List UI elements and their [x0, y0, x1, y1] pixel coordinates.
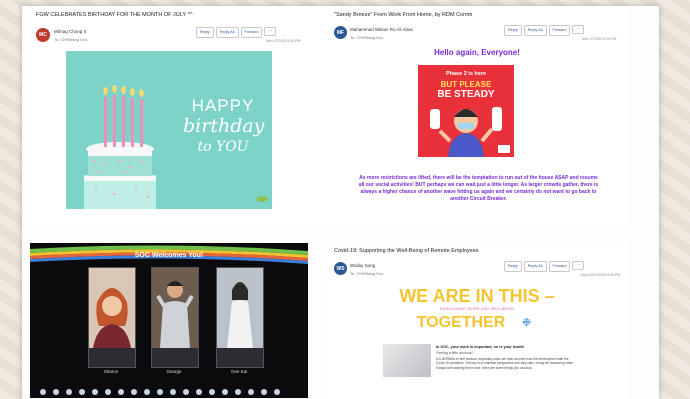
forward-button[interactable]: Forward — [548, 25, 571, 36]
headline-together: TOGETHER — [416, 314, 506, 331]
participant-tile — [88, 267, 136, 368]
forward-button[interactable]: Forward — [548, 261, 571, 272]
reply-button[interactable]: Reply — [504, 261, 522, 272]
reaction-icon[interactable] — [105, 389, 111, 395]
more-options-button[interactable]: ··· — [572, 25, 585, 34]
article-body: It is NORMAL to feel anxious, especially… — [436, 357, 574, 370]
message-actions: Reply Reply All Forward ··· — [504, 25, 585, 36]
reaction-icon[interactable] — [274, 389, 280, 395]
reaction-icon[interactable] — [196, 389, 202, 395]
participant-photo — [152, 268, 198, 348]
participant-name: Sharon — [103, 369, 119, 374]
zoom-reaction-bar — [40, 389, 280, 395]
recipient-line: To: CHRMsng Gov — [350, 35, 384, 40]
birthday-line-2: birthday — [183, 115, 265, 137]
avatar: WS — [334, 262, 347, 275]
reaction-icon[interactable] — [40, 389, 46, 395]
reply-all-button[interactable]: Reply All — [215, 27, 239, 38]
reaction-icon[interactable] — [157, 389, 163, 395]
recipient-line: To: CHRMsng Gov — [54, 37, 88, 42]
reply-button[interactable]: Reply — [504, 25, 522, 36]
reaction-icon[interactable] — [79, 389, 85, 395]
masked-person-icon — [430, 107, 510, 157]
email-subject: "Sandy Breeze" From Work From Home, by R… — [334, 12, 473, 18]
more-options-button[interactable]: ··· — [572, 261, 585, 270]
participant-tile — [151, 267, 199, 368]
article-photo — [383, 344, 431, 377]
participant-name: Gee Kai — [230, 369, 248, 374]
recipient-line: To: CHRMsng Gov — [350, 271, 384, 276]
reaction-icon[interactable] — [66, 389, 72, 395]
email-date: Mon 15/07/2020 5:00 PM — [581, 273, 621, 277]
email-covid-wellbeing: Covid-19: Supporting the Well-Being of R… — [326, 242, 628, 399]
headline-we-are-in-this: WE ARE IN THIS – — [399, 286, 555, 306]
participant-tile — [216, 267, 264, 368]
reaction-icon[interactable] — [222, 389, 228, 395]
sender-name: Wailay Song — [350, 263, 376, 268]
reaction-icon[interactable] — [118, 389, 124, 395]
reaction-icon[interactable] — [183, 389, 189, 395]
message-actions: Reply Reply All Forward ··· — [504, 261, 585, 272]
reaction-icon[interactable] — [144, 389, 150, 395]
zoom-banner-title: SOC Welcomes You! — [134, 252, 204, 259]
email-subject: Covid-19: Supporting the Well-Being of R… — [334, 248, 479, 254]
email-subject: FGW CELEBRATES BIRTHDAY FOR THE MONTH OF… — [36, 12, 193, 18]
message-actions: Reply Reply All Forward ··· — [196, 27, 277, 38]
more-options-button[interactable]: ··· — [264, 27, 277, 36]
reaction-icon[interactable] — [131, 389, 137, 395]
participant-photo — [89, 268, 135, 348]
forward-button[interactable]: Forward — [240, 27, 263, 38]
birthday-card-image: HAPPY birthday to YOU — [66, 51, 272, 209]
reaction-icon[interactable] — [209, 389, 215, 395]
article-subtitle: Feeling a little anxious? — [436, 351, 474, 355]
zoom-meeting-screenshot: SOC Welcomes You! Sharon George Gee Kai — [30, 243, 308, 398]
reaction-icon[interactable] — [53, 389, 59, 395]
birthday-line-3: to YOU — [197, 139, 249, 155]
reaction-icon[interactable] — [261, 389, 267, 395]
reaction-icon[interactable] — [248, 389, 254, 395]
phase2-poster-image: Phase 2 is here BUT PLEASE BE STEADY — [418, 65, 514, 157]
reaction-icon[interactable] — [92, 389, 98, 395]
article-title: In SOC, your work is important, so is yo… — [436, 345, 524, 349]
sender-name: Wilnag Chong S — [54, 29, 87, 34]
avatar: MF — [334, 26, 347, 39]
email-date: Mon 07/2020 5:00 PM — [582, 37, 617, 41]
headline-subline: MAINTAINING WORK AND WELLBEING — [439, 307, 515, 311]
birthday-line-1: HAPPY — [191, 96, 255, 115]
reply-button[interactable]: Reply — [196, 27, 214, 38]
avatar: MC — [36, 28, 50, 42]
email-body-text: As more restrictions are lifted, there w… — [358, 175, 599, 202]
participant-name: George — [166, 369, 182, 374]
participant-photo — [217, 268, 263, 348]
reply-all-button[interactable]: Reply All — [523, 25, 547, 36]
sparkle-icon: ❉ — [522, 317, 532, 329]
reply-all-button[interactable]: Reply All — [523, 261, 547, 272]
reaction-icon[interactable] — [170, 389, 176, 395]
sender-name: Muhammad Wiliam Ro Ali Abas — [350, 27, 413, 32]
reaction-icon[interactable] — [235, 389, 241, 395]
greeting-heading: Hello again, Everyone! — [434, 48, 520, 57]
email-date: Mon 07/2020 5:00 PM — [266, 39, 301, 43]
